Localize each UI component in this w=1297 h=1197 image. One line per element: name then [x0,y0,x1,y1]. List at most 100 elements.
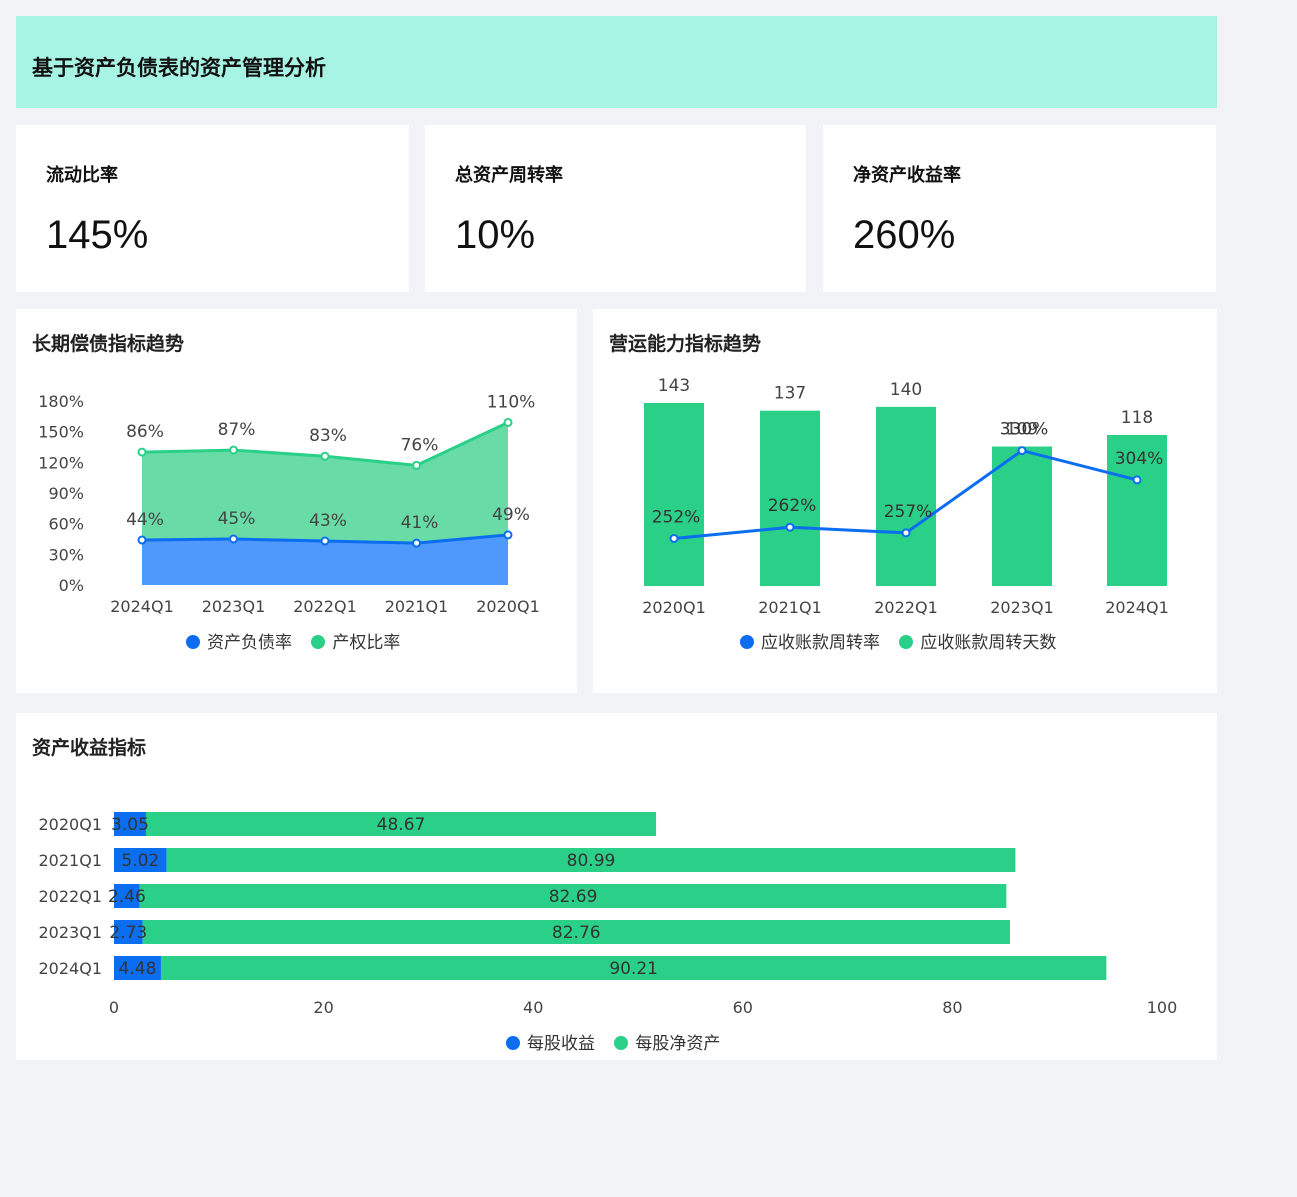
y-tick-label: 2024Q1 [39,959,103,978]
legend-dot-icon [186,635,200,649]
data-label-debt-ratio: 49% [492,505,530,525]
data-label-equity-ratio: 86% [126,422,164,442]
kpi-title: 流动比率 [46,165,118,186]
data-label-receivable-days: 118 [1121,408,1153,428]
point-equity-ratio [412,460,421,470]
data-label-eps: 3.05 [111,815,149,835]
data-label-eps: 2.46 [108,887,146,907]
y-tick-label: 2022Q1 [39,887,103,906]
x-tick-label: 100 [1147,998,1178,1017]
x-tick-label: 0 [109,998,119,1017]
legend-item-navps[interactable]: 每股净资产 [614,1029,720,1054]
data-label-equity-ratio: 83% [309,426,347,446]
point-equity-ratio [503,417,513,427]
point-debt-ratio [503,530,513,540]
point-debt-ratio [320,536,330,546]
data-label-navps: 80.99 [567,851,616,871]
x-tick-label: 2022Q1 [874,598,938,617]
legend-item-eps[interactable]: 每股收益 [506,1029,595,1054]
point-equity-ratio [137,447,147,457]
x-tick-label: 60 [733,998,753,1017]
data-label-equity-ratio: 110% [487,392,536,412]
legend-item-receivable-days[interactable]: 应收账款周转天数 [899,628,1056,653]
kpi-value: 10% [455,213,536,257]
operating-chart-panel: 营运能力指标趋势 2020Q1 2021Q1 2022Q1 2023Q1 2024Q1 1… [593,309,1217,693]
point-debt-ratio [229,534,238,544]
chart-legend: 应收账款周转率 应收账款周转天数 [740,628,1070,653]
data-label-debt-ratio: 43% [309,511,347,531]
legend-item-debt-ratio[interactable]: 资产负债率 [186,628,292,653]
kpi-value: 260% [853,213,956,257]
y-tick-label: 2021Q1 [39,851,103,870]
legend-dot-icon [899,635,914,649]
legend-dot-icon [506,1036,520,1050]
data-label-navps: 48.67 [377,815,426,835]
point-receivable-turnover [901,528,911,538]
data-label-receivable-turnover: 330% [1000,420,1049,440]
data-label-equity-ratio: 76% [401,435,439,455]
data-label-debt-ratio: 45% [218,509,256,529]
point-receivable-turnover [1017,446,1027,456]
data-label-receivable-turnover: 262% [768,496,817,516]
data-label-eps: 5.02 [121,851,159,871]
x-tick-label: 2024Q1 [1105,598,1169,617]
kpi-card-roe: 净资产收益率 260% [823,125,1216,292]
y-tick-label: 60% [48,515,84,534]
data-label-navps: 90.21 [609,959,658,979]
bar-receivable-days [992,446,1052,586]
x-tick-label: 80 [942,998,962,1017]
kpi-card-asset-turnover: 总资产周转率 10% [425,125,806,292]
legend-label: 产权比率 [332,633,401,653]
legend-label: 每股净资产 [635,1034,721,1054]
x-tick-label: 2021Q1 [385,597,449,616]
x-tick-label: 20 [313,998,333,1017]
x-tick-label: 2020Q1 [476,597,540,616]
asset-return-bar-chart: 0 20 40 60 80 100 2020Q1 2021Q1 2022Q1 2023Q1 2024… [39,812,1178,1017]
point-equity-ratio [229,445,238,455]
data-label-receivable-days: 140 [890,380,922,400]
y-tick-label: 90% [48,484,84,503]
legend-item-equity-ratio[interactable]: 产权比率 [311,628,400,653]
x-tick-label: 2023Q1 [202,597,266,616]
legend-dot-icon [311,635,326,649]
data-label-receivable-turnover: 304% [1115,449,1164,469]
bar-receivable-days [644,403,704,586]
legend-label: 应收账款周转率 [761,633,880,653]
kpi-card-current-ratio: 流动比率 145% [16,125,409,292]
point-debt-ratio [137,535,147,545]
data-label-eps: 4.48 [119,959,157,979]
y-tick-label: 2023Q1 [39,923,103,942]
x-tick-label: 2024Q1 [110,597,174,616]
x-tick-label: 2021Q1 [758,598,822,617]
data-label-eps: 2.73 [109,923,147,943]
data-label-debt-ratio: 44% [126,510,164,530]
point-receivable-turnover [669,534,679,543]
x-tick-label: 2022Q1 [293,597,357,616]
solvency-chart-panel: 长期偿债指标趋势 0% 30% 60% 90% 120% 150% 180% 2024Q1 20… [16,309,577,693]
point-receivable-turnover [1132,475,1142,485]
point-equity-ratio [320,451,330,461]
chart-legend: 资产负债率 产权比率 [186,628,414,653]
kpi-title: 净资产收益率 [853,165,961,186]
y-tick-label: 120% [38,453,84,472]
legend-label: 每股收益 [527,1034,595,1054]
x-tick-label: 40 [523,998,543,1017]
legend-dot-icon [740,635,754,649]
legend-label: 应收账款周转天数 [920,633,1057,653]
data-label-receivable-turnover: 257% [884,502,933,522]
point-receivable-turnover [785,522,795,532]
y-tick-label: 150% [38,423,84,442]
chart-legend: 每股收益 每股净资产 [506,1029,734,1054]
data-label-receivable-turnover: 252% [652,508,701,528]
bar-receivable-days [876,406,936,586]
y-tick-label: 0% [59,576,84,595]
legend-dot-icon [614,1036,629,1050]
legend-item-receivable-turnover[interactable]: 应收账款周转率 [740,628,880,653]
point-debt-ratio [412,538,421,548]
data-label-debt-ratio: 41% [401,513,439,533]
x-tick-label: 2023Q1 [990,598,1054,617]
data-label-equity-ratio: 87% [218,420,256,440]
legend-label: 资产负债率 [207,633,292,653]
y-tick-label: 180% [38,392,84,411]
data-label-receivable-days: 137 [774,384,806,404]
